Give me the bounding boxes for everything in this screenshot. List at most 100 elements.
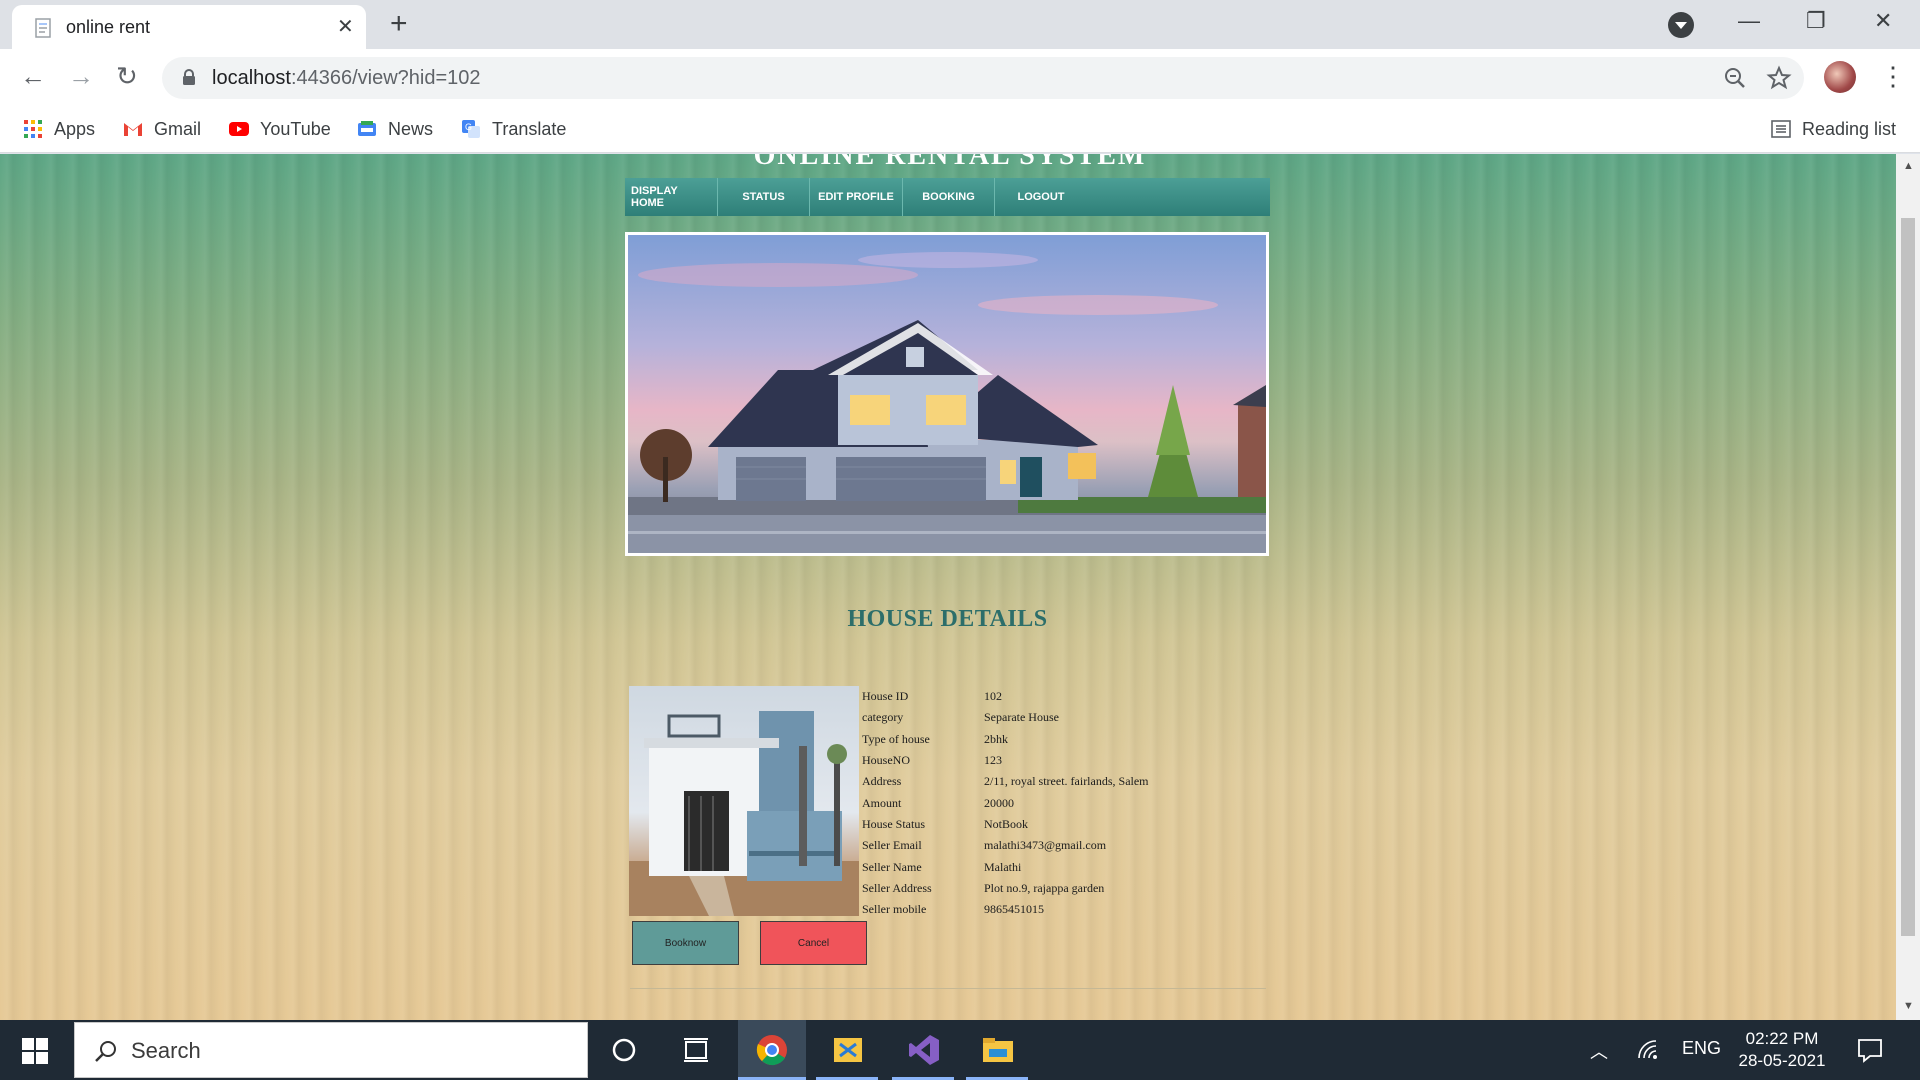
show-hidden-icons-icon[interactable]: ︿ [1590, 1038, 1608, 1064]
menu-status[interactable]: STATUS [718, 178, 810, 216]
restore-icon[interactable]: ❐ [1806, 8, 1826, 34]
detail-label: House ID [862, 689, 909, 704]
detail-label: Seller mobile [862, 902, 927, 917]
clock-time: 02:22 PM [1745, 1029, 1819, 1048]
reload-icon[interactable]: ↻ [116, 61, 138, 91]
windows-start-icon[interactable] [22, 1038, 48, 1064]
bookmarks-bar: Apps Gmail YouTube News G Translate Read… [0, 105, 1920, 153]
bookmark-news[interactable]: News [356, 115, 433, 143]
detail-row: House ID 102 [861, 686, 1149, 707]
url-text[interactable]: localhost:44366/view?hid=102 [212, 67, 481, 90]
windows-taskbar: Search ︿ ENG 02:22 PM 28-05-2021 [0, 1020, 1920, 1080]
detail-row: Seller Name Malathi [861, 856, 1149, 877]
youtube-icon [229, 122, 249, 136]
tab-search-icon[interactable] [1668, 12, 1694, 38]
tab-close-icon[interactable]: ✕ [337, 16, 354, 38]
detail-label: category [862, 710, 904, 725]
scroll-down-icon[interactable]: ▼ [1903, 1000, 1914, 1012]
cancel-button[interactable]: Cancel [760, 921, 867, 965]
bookmark-label: Translate [492, 118, 567, 139]
house-illustration [628, 252, 1266, 553]
detail-row: Seller mobile 9865451015 [861, 899, 1149, 920]
browser-menu-icon[interactable]: ⋮ [1880, 63, 1906, 89]
gmail-icon [124, 123, 142, 136]
menu-booking[interactable]: BOOKING [903, 178, 995, 216]
notifications-icon[interactable] [1856, 1036, 1884, 1064]
taskbar-search-placeholder: Search [131, 1038, 201, 1063]
detail-value: malathi3473@gmail.com [984, 838, 1107, 853]
window-close-icon[interactable]: ✕ [1874, 8, 1892, 34]
taskbar-clock[interactable]: 02:22 PM 28-05-2021 [1730, 1028, 1834, 1072]
detail-row: Seller Email malathi3473@gmail.com [861, 835, 1149, 856]
reading-list-icon [1771, 120, 1791, 138]
visual-studio-icon[interactable] [906, 1032, 942, 1068]
profile-avatar[interactable] [1824, 61, 1856, 93]
bookmark-label: News [388, 118, 434, 139]
detail-value: 9865451015 [984, 902, 1044, 917]
chrome-icon[interactable] [754, 1032, 790, 1068]
new-tab-icon[interactable]: + [390, 8, 408, 40]
detail-label: Type of house [862, 731, 930, 746]
browser-tab-strip: online rent ✕ + — ❐ ✕ [0, 0, 1920, 49]
detail-value: Separate House [984, 710, 1059, 725]
detail-label: Amount [862, 795, 902, 810]
bookmark-youtube[interactable]: YouTube [228, 115, 331, 143]
detail-value: 123 [984, 753, 1002, 768]
detail-value: 20000 [984, 795, 1014, 810]
detail-value: Plot no.9, rajappa garden [984, 880, 1105, 895]
scroll-thumb[interactable] [1901, 218, 1915, 936]
page-scrollbar[interactable]: ▲ ▼ [1896, 154, 1920, 1020]
reading-list-button[interactable]: Reading list [1770, 115, 1896, 143]
menu-display-home[interactable]: DISPLAY HOME [625, 178, 718, 216]
detail-value: NotBook [984, 816, 1029, 831]
language-indicator[interactable]: ENG [1682, 1038, 1721, 1059]
detail-label: House Status [862, 816, 925, 831]
wifi-icon[interactable] [1636, 1038, 1660, 1062]
minimize-icon[interactable]: — [1738, 8, 1760, 34]
taskbar-search-box[interactable]: Search [74, 1022, 588, 1078]
house-photo-illustration [629, 711, 859, 916]
url-path: :44366/view?hid=102 [290, 67, 481, 89]
zoom-icon[interactable] [1722, 65, 1748, 91]
menu-edit-profile[interactable]: EDIT PROFILE [810, 178, 903, 216]
house-details-table: House ID 102 category Separate House Type of… [861, 686, 1149, 920]
search-icon [95, 1041, 116, 1062]
task-view-icon[interactable] [678, 1032, 714, 1068]
house-details-heading: HOUSE DETAILS [847, 606, 1048, 632]
booknow-button[interactable]: Booknow [632, 921, 739, 965]
detail-row: category Separate House [861, 707, 1149, 728]
address-bar[interactable]: localhost:44366/view?hid=102 [162, 57, 1804, 99]
reading-list-label: Reading list [1802, 118, 1897, 139]
page-favicon-icon [35, 18, 51, 38]
file-explorer-icon[interactable] [980, 1032, 1016, 1068]
detail-label: Seller Email [862, 838, 922, 853]
bookmark-translate[interactable]: G Translate [460, 115, 566, 143]
detail-row: House Status NotBook [861, 814, 1149, 835]
detail-label: HouseNO [862, 753, 910, 768]
detail-label: Seller Address [862, 880, 932, 895]
forward-arrow-icon[interactable]: → [68, 61, 94, 91]
detail-value: 2/11, royal street. fairlands, Salem [984, 774, 1149, 789]
bookmark-gmail[interactable]: Gmail [122, 115, 201, 143]
scroll-up-icon[interactable]: ▲ [1903, 160, 1914, 172]
house-photo [629, 686, 859, 916]
bookmark-star-icon[interactable] [1766, 65, 1792, 91]
url-host: localhost [212, 67, 291, 89]
site-title: ONLINE RENTAL SYSTEM [753, 154, 1147, 171]
sql-server-icon[interactable] [830, 1032, 866, 1068]
house-banner-image [625, 232, 1269, 556]
tab-title: online rent [66, 17, 151, 37]
menu-logout[interactable]: LOGOUT [995, 178, 1087, 216]
apps-grid-icon [24, 120, 42, 138]
detail-label: Seller Name [862, 859, 922, 874]
lock-icon [183, 69, 195, 85]
site-menu-bar: DISPLAY HOME STATUS EDIT PROFILE BOOKING… [625, 178, 1270, 216]
content-divider [630, 988, 1266, 989]
back-arrow-icon[interactable]: ← [20, 61, 46, 91]
bookmark-apps[interactable]: Apps [22, 115, 95, 143]
cortana-icon[interactable] [606, 1032, 642, 1068]
browser-tab[interactable]: online rent ✕ [12, 5, 366, 49]
detail-row: Seller Address Plot no.9, rajappa garden [861, 878, 1149, 899]
news-icon [358, 121, 376, 136]
translate-icon: G [462, 120, 480, 138]
